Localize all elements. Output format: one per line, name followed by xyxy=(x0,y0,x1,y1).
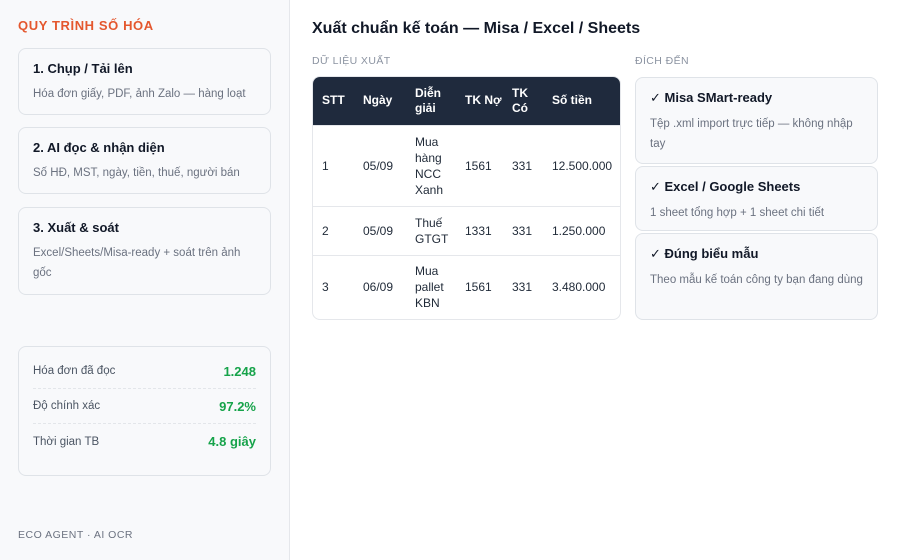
page-title: Xuất chuẩn kế toán — Misa / Excel / Shee… xyxy=(312,20,641,37)
sidebar: QUY TRÌNH SỐ HÓA 1. Chụp / Tải lên Hóa đ… xyxy=(0,0,290,560)
table-cell: 05/09 xyxy=(354,205,406,255)
stat-row: Thời gian TB 4.8 giây xyxy=(33,424,256,459)
footer-brand: ECO AGENT · AI OCR xyxy=(18,529,133,541)
column-header[interactable]: Diễn giải xyxy=(406,77,456,125)
destination-title: ✓ Excel / Google Sheets xyxy=(650,179,801,194)
table-cell: 12.500.000 xyxy=(543,124,620,206)
step-desc: Hóa đơn giấy, PDF, ảnh Zalo — hàng loạt xyxy=(33,88,246,100)
step-export-card[interactable]: 3. Xuất & soát Excel/Sheets/Misa-ready +… xyxy=(18,207,271,295)
step-ai-read-card[interactable]: 2. AI đọc & nhận diện Số HĐ, MST, ngày, … xyxy=(18,127,271,194)
data-section-label: DỮ LIỆU XUẤT xyxy=(312,55,391,67)
step-capture-card[interactable]: 1. Chụp / Tải lên Hóa đơn giấy, PDF, ảnh… xyxy=(18,48,271,115)
step-desc: Excel/Sheets/Misa-ready + soát trên ảnh … xyxy=(33,247,241,279)
table-cell: 1561 xyxy=(456,124,503,206)
table-header-row: STT Ngày Diễn giải TK Nợ TK Có Số tiền xyxy=(313,77,620,125)
stat-label: Hóa đơn đã đọc xyxy=(33,365,116,377)
destination-misa-card[interactable]: ✓ Misa SMart-ready Tệp .xml import trực … xyxy=(635,77,878,164)
stat-value: 4.8 giây xyxy=(208,434,256,449)
stat-row: Độ chính xác 97.2% xyxy=(33,389,256,424)
stat-label: Độ chính xác xyxy=(33,400,101,412)
destination-title: ✓ Misa SMart-ready xyxy=(650,90,773,105)
column-header[interactable]: TK Nợ xyxy=(456,77,503,125)
table-cell: 05/09 xyxy=(354,124,406,206)
table-cell: Mua hàng NCC Xanh xyxy=(406,124,456,206)
stats-panel: Hóa đơn đã đọc 1.248 Độ chính xác 97.2% … xyxy=(18,346,271,476)
destination-desc: 1 sheet tổng hợp + 1 sheet chi tiết xyxy=(650,207,825,219)
stat-value: 97.2% xyxy=(219,398,256,414)
table-cell: 331 xyxy=(503,124,543,206)
table-cell: 3.480.000 xyxy=(543,254,620,319)
table-cell: 1331 xyxy=(456,205,503,255)
process-title: QUY TRÌNH SỐ HÓA xyxy=(18,18,154,33)
stat-value: 1.248 xyxy=(223,363,256,379)
table-cell: 1561 xyxy=(456,254,503,319)
step-title: 3. Xuất & soát xyxy=(33,220,119,235)
column-header[interactable]: Ngày xyxy=(354,77,406,125)
table-cell: 3 xyxy=(313,254,354,319)
table-row[interactable]: 1 05/09 Mua hàng NCC Xanh 1561 331 12.50… xyxy=(313,124,620,206)
step-title: 2. AI đọc & nhận diện xyxy=(33,140,165,155)
table-cell: 1.250.000 xyxy=(543,205,620,255)
destination-template-card[interactable]: ✓ Đúng biểu mẫu Theo mẫu kế toán công ty… xyxy=(635,233,878,320)
column-header[interactable]: TK Có xyxy=(503,77,543,125)
table-cell: Mua pallet KBN xyxy=(406,254,456,319)
table-cell: 331 xyxy=(503,205,543,255)
destination-desc: Theo mẫu kế toán công ty bạn đang dùng xyxy=(650,274,863,286)
table-cell: 331 xyxy=(503,254,543,319)
stat-label: Thời gian TB xyxy=(33,435,100,448)
destination-section-label: ĐÍCH ĐẾN xyxy=(635,55,689,67)
step-desc: Số HĐ, MST, ngày, tiền, thuế, người bán xyxy=(33,167,240,179)
destination-title: ✓ Đúng biểu mẫu xyxy=(650,246,759,261)
table-cell: 1 xyxy=(313,124,354,206)
destination-sheets-card[interactable]: ✓ Excel / Google Sheets 1 sheet tổng hợp… xyxy=(635,166,878,231)
table-cell: Thuế GTGT xyxy=(406,205,456,255)
table-row[interactable]: 2 05/09 Thuế GTGT 1331 331 1.250.000 xyxy=(313,205,620,255)
destination-desc: Tệp .xml import trực tiếp — không nhập t… xyxy=(650,118,853,150)
stat-row: Hóa đơn đã đọc 1.248 xyxy=(33,354,256,389)
column-header[interactable]: Số tiền xyxy=(543,77,620,125)
export-table: STT Ngày Diễn giải TK Nợ TK Có Số tiền 1… xyxy=(312,76,621,320)
table-cell: 06/09 xyxy=(354,254,406,319)
table-cell: 2 xyxy=(313,205,354,255)
table-row[interactable]: 3 06/09 Mua pallet KBN 1561 331 3.480.00… xyxy=(313,254,620,319)
column-header[interactable]: STT xyxy=(313,77,354,125)
step-title: 1. Chụp / Tải lên xyxy=(33,61,133,76)
